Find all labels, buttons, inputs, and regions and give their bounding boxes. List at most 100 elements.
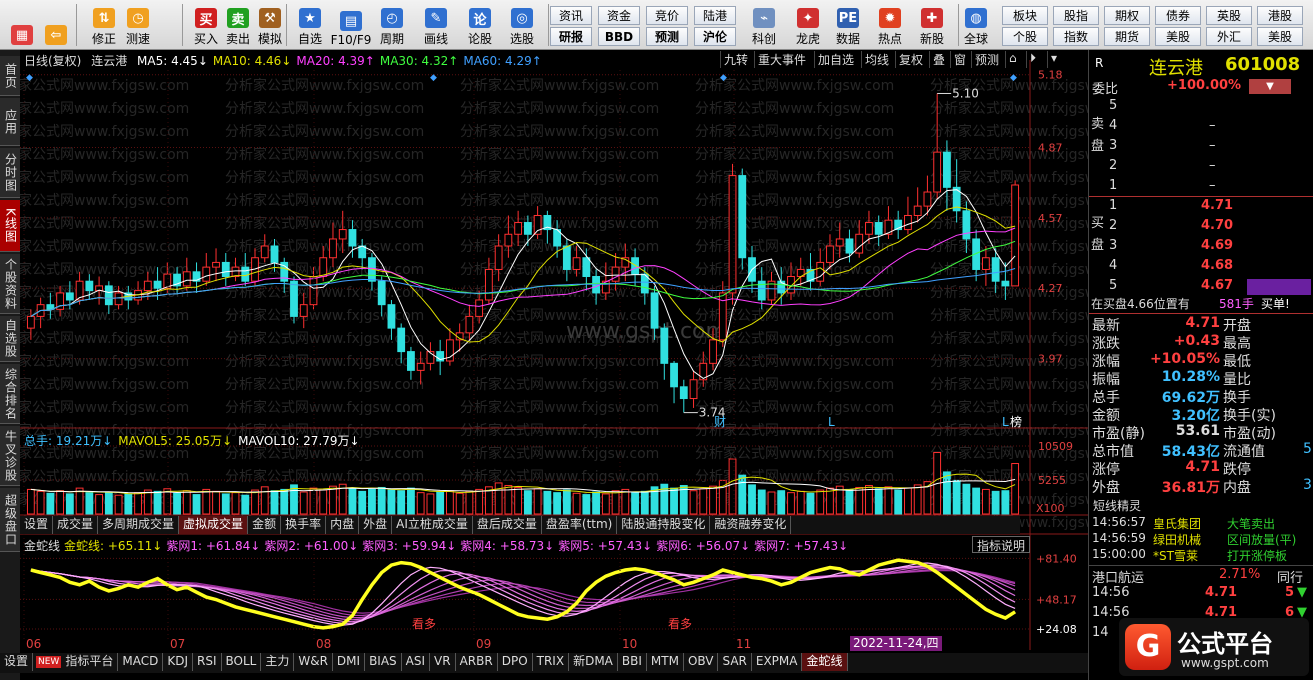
bottom-tab[interactable]: RSI [193,653,222,671]
indicator-tab[interactable]: 内盘 [326,516,360,534]
indicator-tab[interactable]: 设置 [20,516,54,534]
market-button[interactable]: 港股 [1257,6,1303,25]
bottom-tab[interactable]: W&R [294,653,333,671]
bottom-tab[interactable]: 金蛇线 [802,653,848,671]
market-button[interactable]: 英股 [1206,6,1252,25]
toolbar-pe-data-button[interactable]: PE 数据 [830,3,866,47]
peer-tab[interactable]: 同行 [1277,567,1303,586]
toolbar-small-button[interactable]: 陆港 [694,6,736,25]
event-marker[interactable]: L [828,415,835,429]
sell-level-row[interactable]: 5 [1089,98,1313,116]
buy-level-row[interactable]: 2 4.70 [1089,218,1313,236]
bottom-tab[interactable]: ARBR [456,653,498,671]
event-marker[interactable]: L [1002,415,1009,429]
sell-level-row[interactable]: 3– [1089,138,1313,156]
toolbar-hammer-button[interactable]: ⚒ 模拟 [254,3,286,47]
indicator-tab[interactable]: 金额 [248,516,282,534]
indicator-tab[interactable]: AI立桩成交量 [392,516,473,534]
diamond-marker-icon[interactable]: ◆ [430,73,437,83]
buy-level-row[interactable]: 4 4.68 [1089,258,1313,276]
bottom-tab[interactable]: VR [430,653,456,671]
bottom-tab[interactable]: BIAS [365,653,402,671]
toolbar-new-stock-button[interactable]: ✚ 新股 [914,3,950,47]
toolbar-discussion-button[interactable]: 论论股 [464,3,496,47]
toolbar-buy-button[interactable]: 买买入 [190,3,222,47]
market-button[interactable]: 期权 [1104,6,1150,25]
indicator-tab[interactable]: 多周期成交量 [98,516,180,534]
indicator-tab[interactable]: 换手率 [281,516,327,534]
toolbar-small-button[interactable]: 资讯 [550,6,592,25]
bottom-tab[interactable]: BOLL [222,653,262,671]
buy-level-row[interactable]: 3 4.69 [1089,238,1313,256]
toolbar-back-arrow-button[interactable]: ⇦ [40,3,72,47]
left-tab[interactable]: 个股资料 [0,254,20,314]
bottom-tab[interactable]: 设置 [0,653,34,671]
left-tab[interactable]: 首页 [0,56,20,96]
toolbar-small-button[interactable]: 竞价 [646,6,688,25]
buy-level-row[interactable]: 1 4.71 [1089,198,1313,216]
bottom-tab[interactable]: DPO [498,653,533,671]
market-button[interactable]: 美股 [1257,27,1303,46]
indicator-tab[interactable]: 陆股通持股变化 [617,516,711,534]
bottom-tab[interactable]: EXPMA [752,653,803,671]
toolbar-hot-spot-button[interactable]: ✹ 热点 [872,3,908,47]
toolbar-small-button[interactable]: 资金 [598,6,640,25]
bottom-tab[interactable]: 指标平台 [61,653,119,671]
left-tab[interactable]: K线图 [0,200,20,252]
toolbar-draw-line-button[interactable]: ✎ 画线 [420,3,452,47]
toolbar-up-down-arrow-button[interactable]: ⇅ 修正 [88,3,120,47]
bottom-tab[interactable]: 新DMA [569,653,618,671]
toolbar-sell-button[interactable]: 卖卖出 [222,3,254,47]
market-button[interactable]: 美股 [1155,27,1201,46]
market-button[interactable]: 股指 [1053,6,1099,25]
diamond-marker-icon[interactable]: ◆ [1010,73,1017,83]
toolbar-globe-button[interactable]: ◍ 全球 [958,3,994,47]
toolbar-small-button[interactable]: 沪伦 [694,27,736,46]
event-marker[interactable]: 财 [714,415,726,429]
diamond-marker-icon[interactable]: ◆ [720,73,727,83]
left-tab[interactable]: 牛叉诊股 [0,426,20,486]
toolbar-small-button[interactable]: 研报 [550,27,592,46]
market-button[interactable]: 个股 [1002,27,1048,46]
indicator-explain-button[interactable]: 指标说明 [972,536,1031,553]
bottom-tab[interactable]: SAR [718,653,752,671]
buy-level-row[interactable]: 5 4.67 [1089,278,1313,296]
indicator-tab[interactable]: 盘盈率(ttm) [542,516,618,534]
toolbar-grid-app-button[interactable]: ▦ [6,3,38,47]
toolbar-kechuang-button[interactable]: ⌁ 科创 [746,3,782,47]
left-tab[interactable]: 应用 [0,98,20,146]
bottom-tab[interactable]: ASI [402,653,431,671]
collapse-icon[interactable]: ▼ [1249,79,1291,94]
market-button[interactable]: 指数 [1053,27,1099,46]
sell-level-row[interactable]: 1– [1089,178,1313,196]
bottom-tab[interactable]: 主力 [261,653,295,671]
market-button[interactable]: 期货 [1104,27,1150,46]
toolbar-stock-picker-button[interactable]: ◎ 选股 [506,3,538,47]
indicator-tab[interactable]: 外盘 [359,516,393,534]
bottom-tab[interactable]: MACD [118,653,164,671]
left-tab[interactable]: 综合排名 [0,364,20,424]
market-button[interactable]: 外汇 [1206,27,1252,46]
toolbar-dragon-tiger-button[interactable]: ✦ 龙虎 [790,3,826,47]
left-tab[interactable]: 分时图 [0,148,20,198]
market-button[interactable]: 板块 [1002,6,1048,25]
indicator-tab[interactable]: 融资融券变化 [710,516,792,534]
toolbar-cycle-button[interactable]: ◴ 周期 [376,3,408,47]
left-tab[interactable]: 自选股 [0,316,20,362]
bottom-tab[interactable]: OBV [684,653,719,671]
market-button[interactable]: 债券 [1155,6,1201,25]
event-marker[interactable]: 榜 [1010,414,1022,429]
elves-row[interactable]: 15:00:00 *ST雪莱 打开涨停板 [1089,547,1313,565]
indicator-tab[interactable]: 成交量 [53,516,99,534]
diamond-marker-icon[interactable]: ◆ [26,73,33,83]
indicator-tab[interactable]: 虚拟成交量 [179,516,249,534]
toolbar-speed-test-button[interactable]: ◷ 测速 [122,3,154,47]
bottom-tab[interactable]: BBI [618,653,647,671]
toolbar-small-button[interactable]: BBD [598,27,640,46]
bottom-tab[interactable]: KDJ [163,653,193,671]
sell-level-row[interactable]: 4– [1089,118,1313,136]
toolbar-f10-info-button[interactable]: ▤ F10/F9 [330,3,372,47]
left-tab[interactable]: 超级盘口 [0,488,20,552]
sell-level-row[interactable]: 2– [1089,158,1313,176]
bottom-tab[interactable]: TRIX [533,653,570,671]
